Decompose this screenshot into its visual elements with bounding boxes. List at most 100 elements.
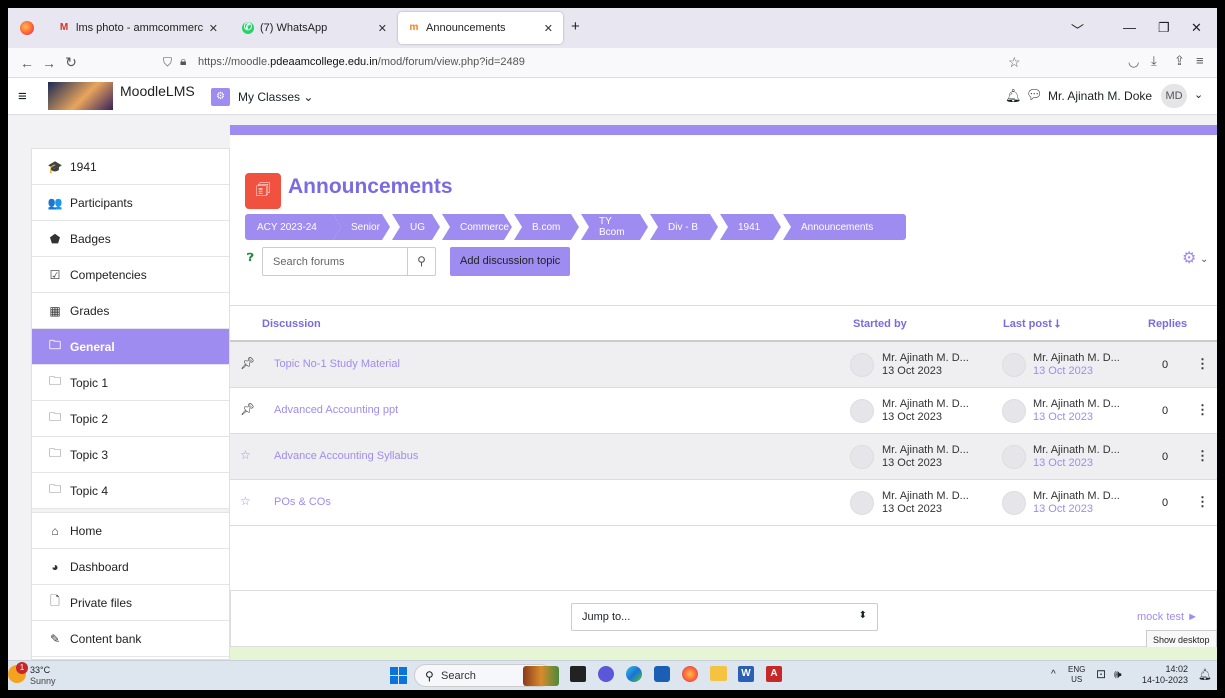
table-row[interactable]: ☆ POs & COs Mr. Ajinath M. D... 13 Oct 2023… <box>230 480 1217 526</box>
close-icon[interactable]: ✕ <box>544 22 553 35</box>
kebab-menu-icon[interactable]: ⋮ <box>1196 402 1209 418</box>
table-row[interactable]: ☆ Advance Accounting Syllabus Mr. Ajinath … <box>230 434 1217 480</box>
tab-gmail[interactable]: M lms photo - ammcommerce20 ✕ <box>48 12 228 44</box>
site-name[interactable]: MoodleLMS <box>120 83 195 99</box>
menu-icon[interactable]: ≡ <box>1196 53 1204 68</box>
sidebar-item-topic-2[interactable]: 🗀 Topic 2 <box>32 401 229 437</box>
site-logo[interactable] <box>48 82 113 110</box>
pin-icon[interactable]: 📌︎ <box>240 356 255 370</box>
sidebar-item-participants[interactable]: 👥 Participants <box>32 185 229 221</box>
pin-icon[interactable]: 📌︎ <box>240 402 255 416</box>
reply-count[interactable]: 0 <box>1162 359 1168 371</box>
bookmark-star-icon[interactable]: ☆ <box>1008 54 1021 71</box>
sidebar-item-topic-1[interactable]: 🗀 Topic 1 <box>32 365 229 401</box>
discussion-link[interactable]: POs & COs <box>274 496 331 508</box>
new-tab-button[interactable]: + <box>571 18 580 35</box>
tab-list-icon[interactable]: ﹀ <box>1071 20 1084 39</box>
breadcrumb-item[interactable]: UG <box>392 214 440 240</box>
sidebar-item-1941[interactable]: 🎓 1941 <box>32 149 229 185</box>
close-window-button[interactable]: ✕ <box>1191 20 1202 36</box>
breadcrumb-item[interactable]: 1941 <box>720 214 781 240</box>
add-discussion-button[interactable]: Add discussion topic <box>450 247 571 276</box>
maximize-button[interactable]: ❐ <box>1158 20 1170 36</box>
sidebar-item-competencies[interactable]: ☑ Competencies <box>32 257 229 293</box>
table-row[interactable]: 📌︎ Advanced Accounting ppt Mr. Ajinath M. … <box>230 388 1217 434</box>
breadcrumb-item[interactable]: Senior <box>333 214 390 240</box>
sidebar-item-badges[interactable]: ⬟ Badges <box>32 221 229 257</box>
star-icon[interactable]: ☆ <box>240 448 251 462</box>
discussion-link[interactable]: Advance Accounting Syllabus <box>274 450 418 462</box>
chat-icon[interactable] <box>598 666 614 682</box>
column-last-post[interactable]: Last post ⭣ <box>1003 318 1060 331</box>
my-classes-menu[interactable]: My Classes ⌄ <box>238 90 313 104</box>
lock-icon[interactable]: 🔒︎ <box>180 54 186 69</box>
star-icon[interactable]: ☆ <box>240 494 251 508</box>
store-icon[interactable] <box>654 666 670 682</box>
breadcrumb-item[interactable]: Announcements <box>783 214 906 240</box>
speaker-icon[interactable]: 🕪︎ <box>1114 667 1122 682</box>
jump-to-select[interactable]: Jump to... ⬍ <box>571 603 878 631</box>
column-discussion[interactable]: Discussion <box>262 318 321 330</box>
sidebar-item-dashboard[interactable]: ◕ Dashboard <box>32 549 229 585</box>
next-activity-link[interactable]: mock test ► <box>1137 611 1198 623</box>
start-button[interactable] <box>390 667 407 684</box>
reply-count[interactable]: 0 <box>1162 451 1168 463</box>
breadcrumb-item[interactable]: Commerce <box>442 214 512 240</box>
help-icon[interactable]: ❓︎ <box>247 252 254 265</box>
word-icon[interactable]: W <box>738 666 754 682</box>
forward-icon[interactable]: → <box>38 55 60 71</box>
file-explorer-icon[interactable] <box>710 666 727 681</box>
discussion-link[interactable]: Advanced Accounting ppt <box>274 404 398 416</box>
firefox-icon[interactable] <box>20 21 34 35</box>
sidebar-item-content-bank[interactable]: ✎ Content bank <box>32 621 229 657</box>
task-view-icon[interactable] <box>570 666 586 682</box>
chevron-down-icon[interactable]: ⌄ <box>1194 88 1203 101</box>
column-started-by[interactable]: Started by <box>853 318 907 330</box>
chevron-down-icon[interactable]: ⌄ <box>1200 254 1208 265</box>
breadcrumb-item[interactable]: B.com <box>514 214 579 240</box>
search-forums-input[interactable]: Search forums ⚲ <box>262 247 436 276</box>
sidebar-item-home[interactable]: ⌂ Home <box>32 513 229 549</box>
close-icon[interactable]: ✕ <box>209 22 218 35</box>
reply-count[interactable]: 0 <box>1162 497 1168 509</box>
address-field[interactable]: https://moodle.pdeaamcollege.edu.in/mod/… <box>198 56 525 68</box>
notification-bell-icon[interactable]: 🔔︎ <box>1198 668 1212 681</box>
back-icon[interactable]: ← <box>16 55 38 71</box>
kebab-menu-icon[interactable]: ⋮ <box>1196 494 1209 510</box>
breadcrumb-item[interactable]: TY Bcom <box>581 214 648 240</box>
column-replies[interactable]: Replies <box>1148 318 1187 330</box>
pdf-icon[interactable]: A <box>766 666 782 682</box>
reload-icon[interactable]: ↻ <box>60 54 82 71</box>
language-indicator[interactable]: ENG US <box>1068 665 1085 685</box>
sidebar-item-private-files[interactable]: 🗋 Private files <box>32 585 229 621</box>
share-icon[interactable]: ⇪ <box>1174 53 1185 69</box>
shield-icon[interactable]: ⛉ <box>163 55 172 70</box>
kebab-menu-icon[interactable]: ⋮ <box>1196 448 1209 464</box>
avatar[interactable]: MD <box>1161 84 1187 108</box>
user-name[interactable]: Mr. Ajinath M. Doke <box>1048 89 1152 103</box>
close-icon[interactable]: ✕ <box>378 22 387 35</box>
minimize-button[interactable]: — <box>1123 20 1136 35</box>
search-icon[interactable]: ⚲ <box>407 248 435 275</box>
gear-icon[interactable]: ⚙ <box>1182 248 1196 268</box>
clock[interactable]: 14:02 14-10-2023 <box>1142 664 1188 686</box>
display-icon[interactable]: ⊡ <box>1096 667 1106 681</box>
sidebar-item-general[interactable]: 🗀 General <box>32 329 229 365</box>
firefox-taskbar-icon[interactable] <box>682 666 698 682</box>
hamburger-icon[interactable]: ≡ <box>18 88 27 105</box>
pocket-icon[interactable]: ◡ <box>1128 54 1139 70</box>
kebab-menu-icon[interactable]: ⋮ <box>1196 356 1209 372</box>
chevron-up-icon[interactable]: ^ <box>1051 669 1056 680</box>
tab-announcements[interactable]: m Announcements ✕ <box>398 12 563 44</box>
sidebar-item-topic-3[interactable]: 🗀 Topic 3 <box>32 437 229 473</box>
table-row[interactable]: 📌︎ Topic No-1 Study Material Mr. Ajinath M… <box>230 342 1217 388</box>
sidebar-item-topic-4[interactable]: 🗀 Topic 4 <box>32 473 229 509</box>
reply-count[interactable]: 0 <box>1162 405 1168 417</box>
download-icon[interactable]: ⤓ <box>1151 53 1157 69</box>
sidebar-item-grades[interactable]: ▦ Grades <box>32 293 229 329</box>
bell-icon[interactable]: 🔔︎ <box>1005 88 1022 104</box>
breadcrumb-item[interactable]: Div - B <box>650 214 718 240</box>
discussion-link[interactable]: Topic No-1 Study Material <box>274 358 400 370</box>
message-icon[interactable]: 💬︎ <box>1026 87 1043 103</box>
edge-icon[interactable] <box>626 666 642 682</box>
